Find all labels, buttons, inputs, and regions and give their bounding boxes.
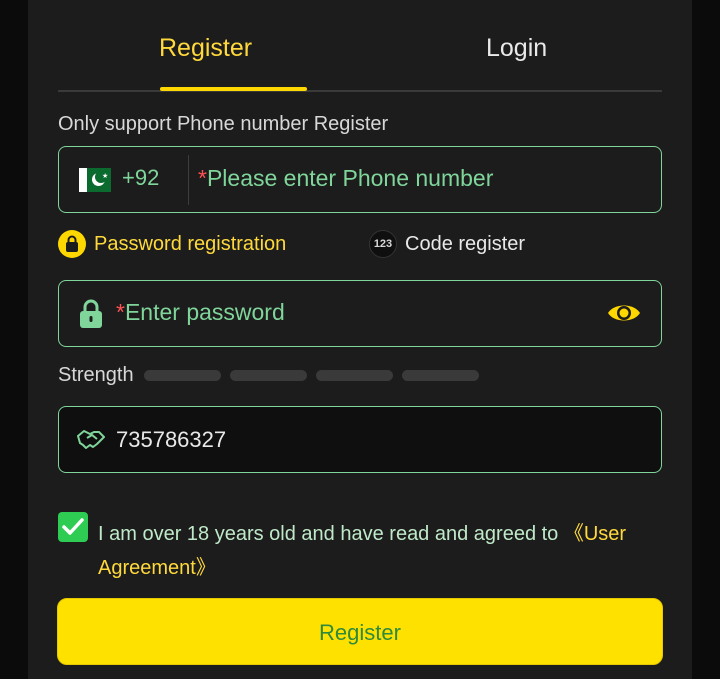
invite-code-input[interactable]: 735786327: [116, 427, 226, 453]
password-input[interactable]: *Enter password: [116, 299, 285, 326]
active-tab-indicator: [160, 87, 307, 91]
registration-mode-selector: Password registration 123 Code register: [58, 230, 662, 262]
strength-bar: [315, 370, 393, 381]
agree-checkbox[interactable]: [58, 512, 88, 542]
numbers-icon: 123: [369, 230, 397, 258]
strength-bar: [229, 370, 307, 381]
eye-icon[interactable]: [606, 300, 642, 331]
lock-icon: [79, 299, 103, 334]
mode-password-registration[interactable]: Password registration: [58, 230, 286, 258]
required-mark: *: [116, 299, 125, 325]
handshake-icon: [77, 427, 105, 456]
password-field[interactable]: *Enter password: [58, 280, 662, 347]
field-divider: [188, 155, 189, 205]
pakistan-flag-icon[interactable]: ★: [79, 168, 111, 192]
phone-field[interactable]: ★ +92 *Please enter Phone number: [58, 146, 662, 213]
mode-password-label: Password registration: [94, 232, 287, 255]
auth-tabs: Register Login: [58, 0, 662, 92]
support-notice: Only support Phone number Register: [58, 113, 389, 135]
agreement-statement: I am over 18 years old and have read and…: [98, 523, 564, 545]
check-icon: [62, 518, 84, 535]
mode-code-register[interactable]: 123 Code register: [369, 230, 525, 258]
phone-placeholder: Please enter Phone number: [206, 165, 494, 191]
agreement-text: I am over 18 years old and have read and…: [98, 517, 668, 585]
strength-bar: [401, 370, 479, 381]
password-placeholder: Enter password: [124, 299, 285, 325]
password-strength: Strength: [58, 364, 488, 387]
lock-icon: [58, 230, 86, 258]
strength-bar: [143, 370, 221, 381]
country-code[interactable]: +92: [122, 165, 159, 191]
register-panel: Register Login Only support Phone number…: [28, 0, 692, 679]
strength-label: Strength: [58, 364, 134, 386]
phone-input[interactable]: *Please enter Phone number: [198, 165, 493, 192]
invite-code-field[interactable]: 735786327: [58, 406, 662, 473]
tab-register[interactable]: Register: [159, 34, 252, 63]
register-button[interactable]: Register: [57, 598, 663, 665]
mode-code-label: Code register: [405, 232, 526, 255]
tab-login[interactable]: Login: [486, 34, 547, 63]
required-mark: *: [198, 165, 207, 191]
